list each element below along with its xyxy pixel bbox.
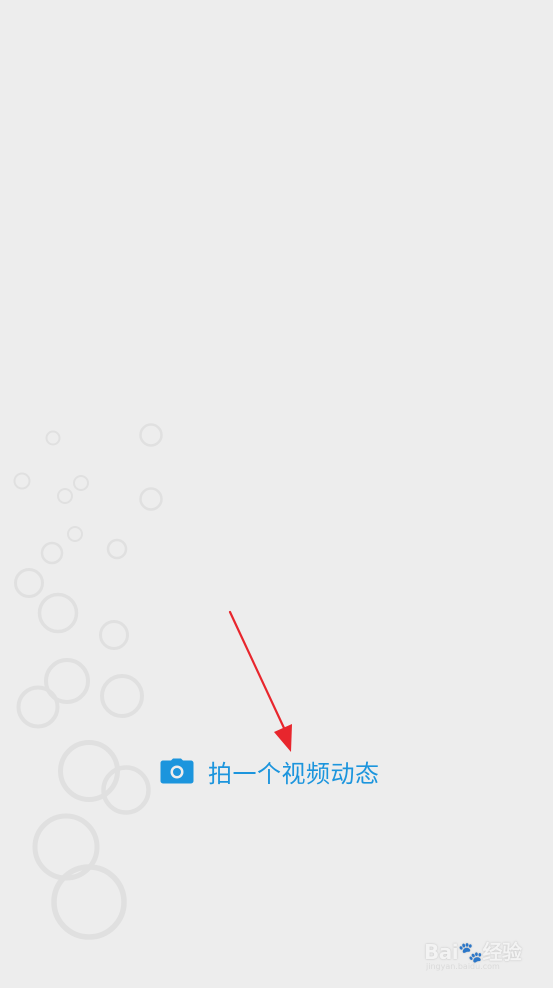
bubble (51, 864, 127, 940)
bubble (100, 674, 144, 718)
bubble (139, 423, 163, 447)
bubble (139, 487, 163, 511)
watermark-brand: Bai🐾经验 (424, 940, 522, 964)
record-video-label: 拍一个视频动态 (208, 759, 380, 788)
bubble (14, 568, 44, 598)
bubble (40, 541, 64, 565)
bubble (45, 430, 61, 446)
bubble (57, 488, 73, 504)
baidu-jingyan-watermark: Bai🐾经验 jingyan.baidu.com (420, 928, 532, 976)
decorative-bubbles (13, 423, 163, 940)
bubble (67, 526, 83, 542)
video-post-screen: 拍一个视频动态 Bai🐾经验 jingyan.baidu.com (0, 0, 553, 988)
bubble (16, 685, 60, 729)
record-video-button[interactable]: 拍一个视频动态 (160, 750, 380, 792)
camera-icon (160, 758, 194, 784)
bubble (58, 740, 120, 802)
bubble (37, 592, 79, 634)
bubble (99, 620, 129, 650)
bubble (73, 475, 89, 491)
bubble (13, 472, 31, 490)
bubble (106, 538, 128, 560)
watermark-url: jingyan.baidu.com (426, 962, 500, 971)
